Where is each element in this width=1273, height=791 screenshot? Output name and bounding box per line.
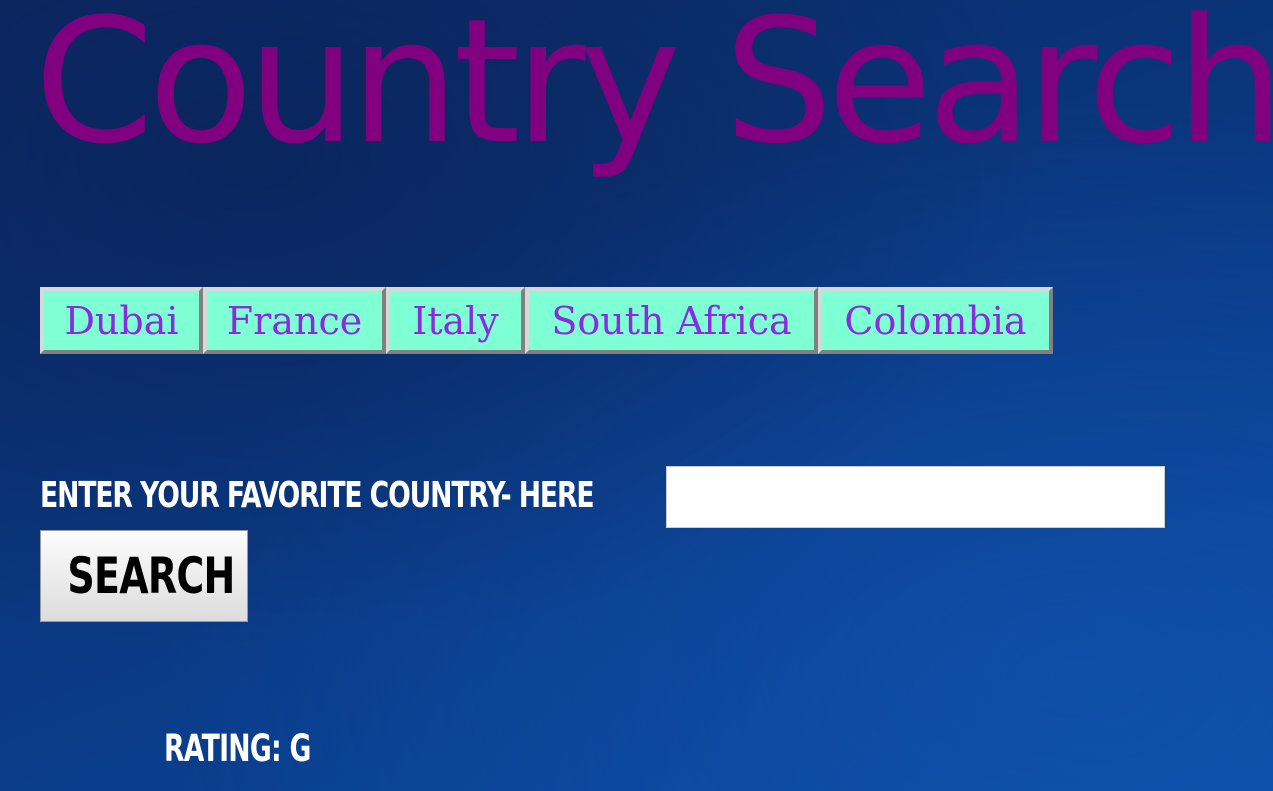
country-search-input[interactable] [666, 466, 1165, 528]
nav-button-italy[interactable]: Italy [386, 287, 525, 354]
nav-button-south-africa[interactable]: South Africa [525, 287, 818, 354]
search-button-label: Search [67, 547, 235, 605]
country-nav: Dubai France Italy South Africa Colombia [40, 287, 1053, 354]
nav-button-france[interactable]: France [203, 287, 386, 354]
rating-text: Rating: G [164, 727, 311, 770]
nav-button-dubai[interactable]: Dubai [40, 287, 203, 354]
nav-button-colombia[interactable]: Colombia [818, 287, 1053, 354]
search-label: Enter your favorite country- here [40, 475, 595, 516]
search-button[interactable]: Search [40, 530, 248, 622]
page-title: Country Search [34, 0, 1273, 182]
